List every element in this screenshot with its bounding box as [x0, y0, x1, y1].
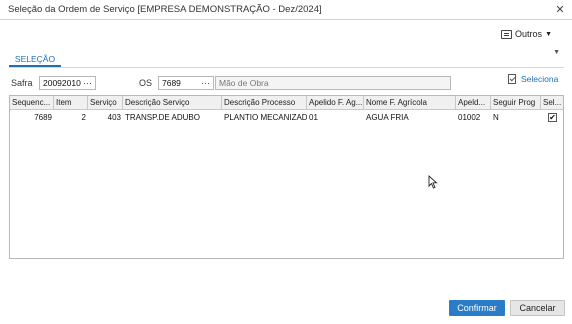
- col-seguir-prog[interactable]: Seguir Prog: [491, 96, 541, 110]
- confirm-button[interactable]: Confirmar: [449, 300, 505, 316]
- seleciona-link[interactable]: Seleciona: [508, 74, 558, 84]
- grid-header: Sequenc... Item Serviço Descrição Serviç…: [10, 96, 563, 110]
- os-description: Mão de Obra: [219, 78, 269, 88]
- chevron-down-icon: ▼: [545, 30, 552, 38]
- row-select-checkbox[interactable]: ✔: [548, 113, 557, 122]
- cell-item: 2: [81, 113, 86, 122]
- col-servico[interactable]: Serviço: [88, 96, 123, 110]
- table-row[interactable]: 7689 2 403 TRANSP.DE ADUBO PLANTIO MECAN…: [10, 111, 563, 124]
- tab-selecao[interactable]: SELEÇÃO: [9, 53, 61, 67]
- tab-divider: [9, 67, 564, 68]
- col-selecionado[interactable]: Sel...: [541, 96, 563, 110]
- cell-apelido: 01002: [458, 113, 481, 122]
- safra-value: 20092010: [43, 78, 81, 88]
- col-nome-fagricola[interactable]: Nome F. Agrícola: [364, 96, 456, 110]
- outros-label: Outros: [515, 29, 543, 39]
- cell-sequencia: 7689: [34, 113, 52, 122]
- os-lookup-icon[interactable]: ···: [201, 77, 210, 89]
- safra-lookup-icon[interactable]: ···: [83, 77, 92, 89]
- cell-apelido-fag: 01: [309, 113, 318, 122]
- outros-button[interactable]: Outros ▼: [501, 29, 552, 39]
- os-grid[interactable]: Sequenc... Item Serviço Descrição Serviç…: [9, 95, 564, 259]
- os-field[interactable]: 7689 ···: [158, 76, 214, 90]
- collapse-chevron-icon[interactable]: ▼: [553, 49, 560, 56]
- cell-seguir-prog: N: [493, 113, 499, 122]
- cell-descricao-processo: PLANTIO MECANIZADO: [224, 113, 307, 122]
- seleciona-label: Seleciona: [521, 74, 559, 84]
- os-value: 7689: [162, 78, 181, 88]
- cancel-button[interactable]: Cancelar: [510, 300, 565, 316]
- title-bar: Seleção da Ordem de Serviço [EMPRESA DEM…: [0, 0, 572, 20]
- safra-field[interactable]: 20092010 ···: [39, 76, 96, 90]
- col-apelido[interactable]: Apeld...: [456, 96, 491, 110]
- mouse-cursor-icon: [428, 175, 438, 189]
- cell-servico: 403: [107, 113, 121, 122]
- col-apelido-fag[interactable]: Apelido F. Ag...: [307, 96, 364, 110]
- close-icon[interactable]: ✕: [552, 2, 568, 18]
- os-label: OS: [139, 78, 153, 88]
- col-descricao-servico[interactable]: Descrição Serviço: [123, 96, 222, 110]
- col-item[interactable]: Item: [54, 96, 88, 110]
- os-description-field: Mão de Obra: [215, 76, 451, 90]
- safra-label: Safra: [11, 78, 33, 88]
- cell-descricao-servico: TRANSP.DE ADUBO: [125, 113, 200, 122]
- window-title: Seleção da Ordem de Serviço [EMPRESA DEM…: [8, 4, 322, 15]
- select-check-icon: [508, 74, 516, 84]
- col-descricao-processo[interactable]: Descrição Processo: [222, 96, 307, 110]
- cell-nome-fagricola: AGUA FRIA: [366, 113, 409, 122]
- col-sequencia[interactable]: Sequenc...: [10, 96, 54, 110]
- menu-list-icon: [501, 29, 513, 39]
